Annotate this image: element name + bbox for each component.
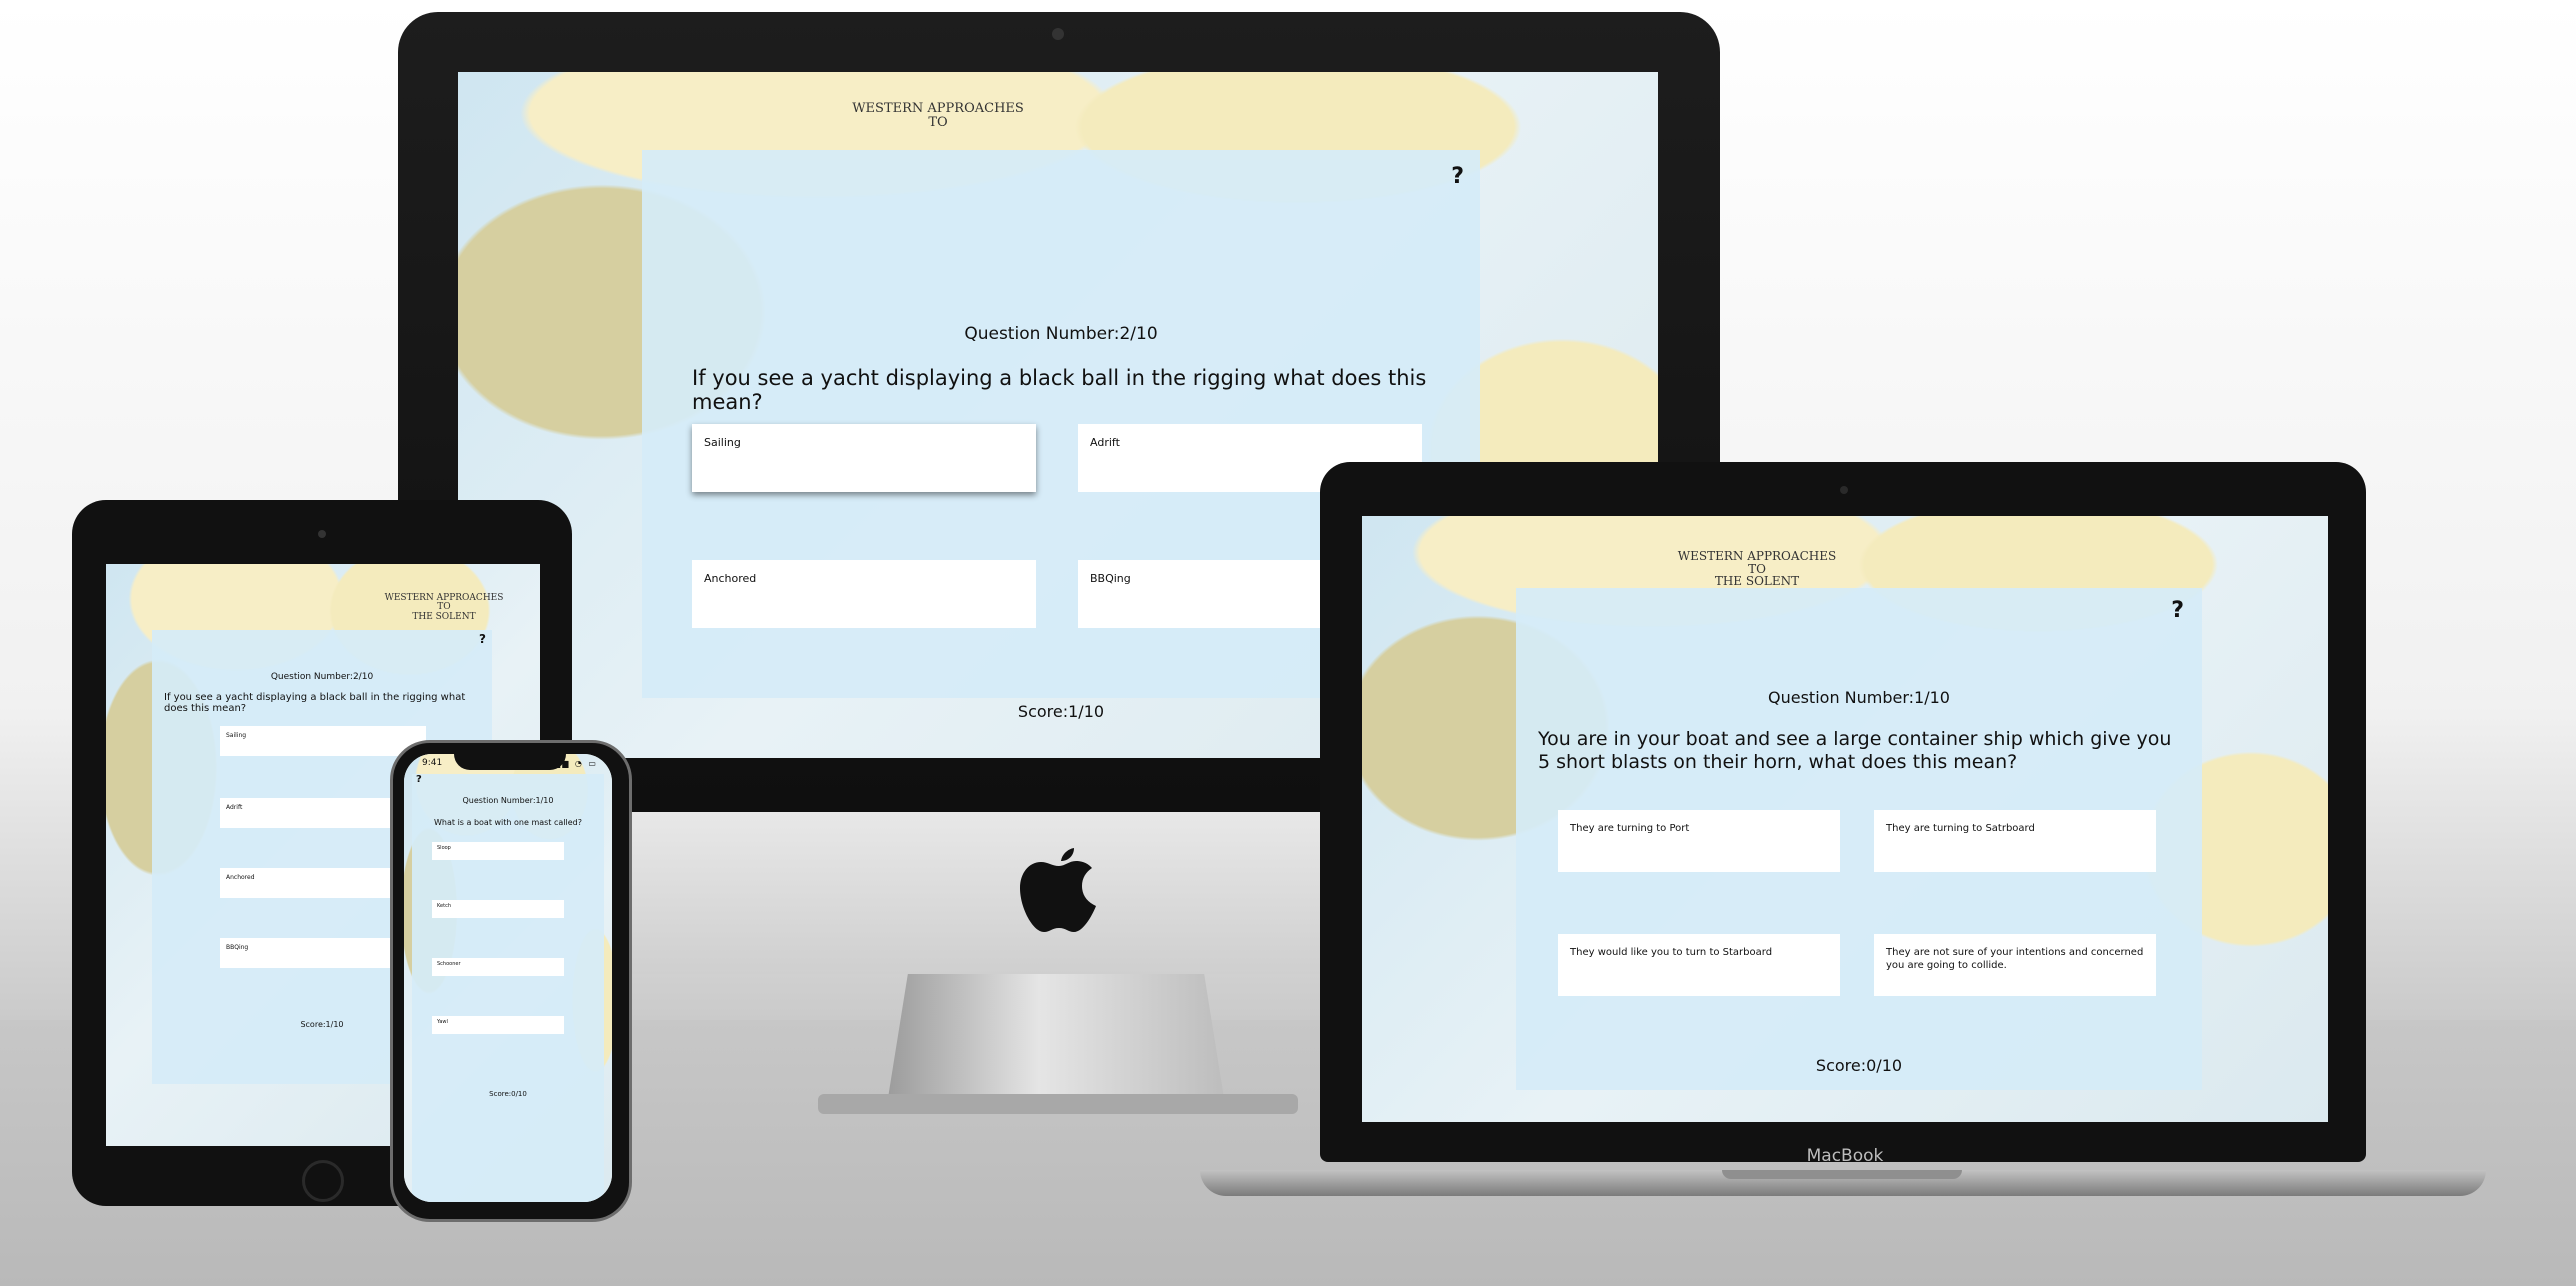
phone-notch xyxy=(454,748,566,770)
apple-logo-icon xyxy=(1020,848,1096,932)
chart-title-line: THE SOLENT xyxy=(412,611,476,622)
answer-button-3[interactable]: Anchored xyxy=(692,560,1036,628)
answer-button-1[interactable]: Sailing xyxy=(692,424,1036,492)
answer-button-1[interactable]: Sloop xyxy=(432,842,564,860)
macbook-brand-label: MacBook xyxy=(1806,1146,1884,1166)
answer-button-1[interactable]: They are turning to Port xyxy=(1558,810,1840,872)
help-button[interactable]: ? xyxy=(479,632,486,646)
question-number: Question Number:2/10 xyxy=(964,324,1158,344)
question-text: What is a boat with one mast called? xyxy=(434,818,582,827)
answer-button-4[interactable]: Yawl xyxy=(432,1016,564,1034)
chart-title-line: WESTERN APPROACHES xyxy=(1677,549,1837,563)
macbook-notch xyxy=(1722,1170,1962,1179)
chart-title: WESTERN APPROACHES TO THE SOLENT xyxy=(1662,550,1852,588)
chart-title-line: THE SOLENT xyxy=(1714,574,1800,589)
help-button[interactable]: ? xyxy=(1451,164,1464,189)
imac-foot xyxy=(818,1094,1298,1114)
imac-camera xyxy=(1052,28,1064,40)
macbook-screen: WESTERN APPROACHES TO THE SOLENT ? Quest… xyxy=(1362,516,2328,1122)
quiz-panel: ? Question Number:1/10 You are in your b… xyxy=(1516,588,2202,1090)
answer-button-3[interactable]: Schooner xyxy=(432,958,564,976)
answer-button-3[interactable]: They would like you to turn to Starboard xyxy=(1558,934,1840,996)
question-text: If you see a yacht displaying a black ba… xyxy=(692,366,1427,414)
score-display: Score:0/10 xyxy=(489,1090,527,1098)
score-display: Score:0/10 xyxy=(1815,1056,1903,1075)
question-number: Question Number:1/10 xyxy=(462,796,554,805)
answer-button-4[interactable]: They are not sure of your intentions and… xyxy=(1874,934,2156,996)
ipad-camera xyxy=(318,530,326,538)
phone-screen: 9:41 ▂▄▆ ◔ ▭ ? Question Number:1/10 What… xyxy=(404,754,612,1202)
chart-title: WESTERN APPROACHES TO xyxy=(838,102,1038,129)
answer-button-2[interactable]: Ketch xyxy=(432,900,564,918)
imac-stand xyxy=(888,972,1224,1098)
quiz-panel: ? Question Number:1/10 What is a boat wi… xyxy=(412,774,604,1202)
chart-title: WESTERN APPROACHES TO THE SOLENT xyxy=(382,593,506,622)
answer-button-1[interactable]: Sailing xyxy=(220,726,426,756)
question-number: Question Number:1/10 xyxy=(1768,688,1950,707)
help-button[interactable]: ? xyxy=(416,774,422,785)
chart-title-line: WESTERN APPROACHES xyxy=(852,101,1024,116)
ipad-home-button xyxy=(302,1160,344,1202)
macbook-camera xyxy=(1840,486,1848,494)
help-button[interactable]: ? xyxy=(2171,598,2184,623)
question-text: You are in your boat and see a large con… xyxy=(1538,728,2172,773)
answer-button-2[interactable]: They are turning to Satrboard xyxy=(1874,810,2156,872)
question-number: Question Number:2/10 xyxy=(270,672,374,682)
question-text: If you see a yacht displaying a black ba… xyxy=(164,692,466,714)
chart-title-line: TO xyxy=(928,114,948,130)
status-bar-time: 9:41 xyxy=(422,758,443,768)
